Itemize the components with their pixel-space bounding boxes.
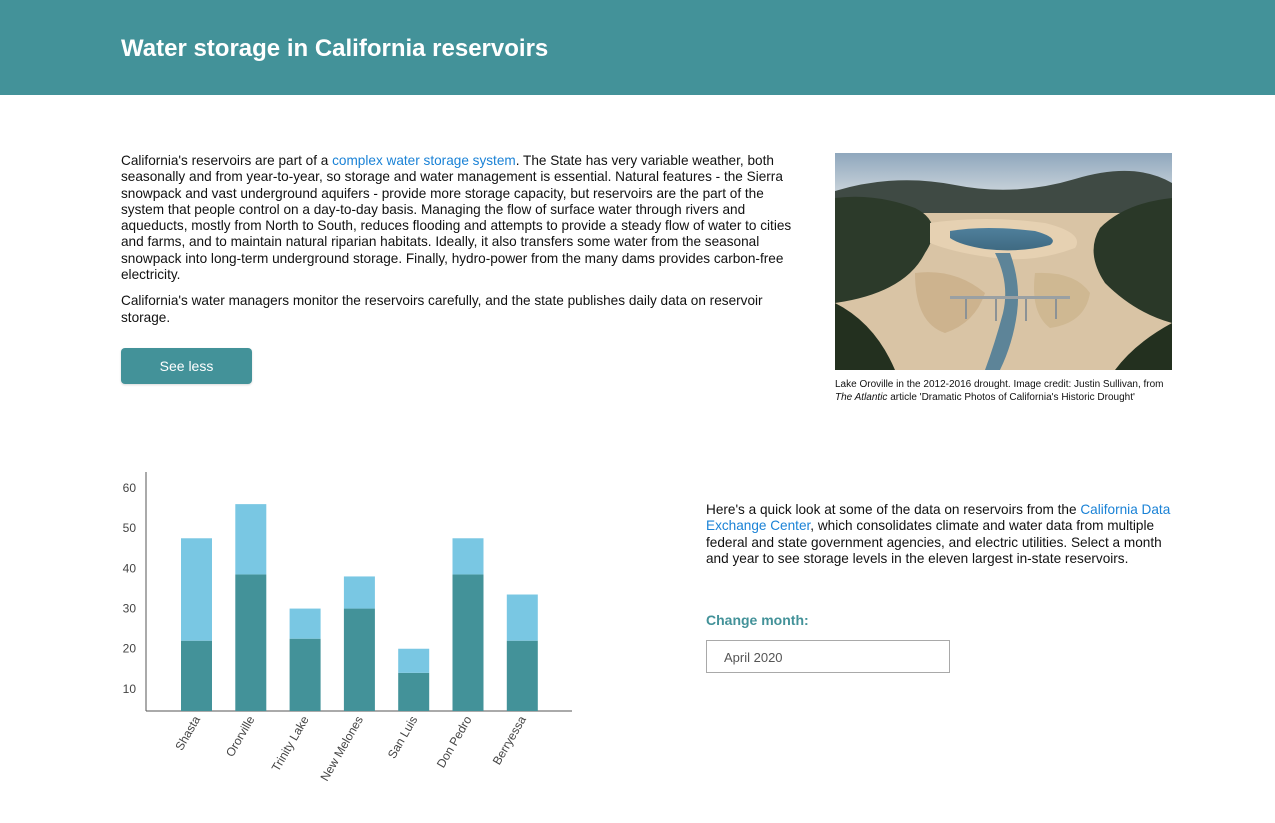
x-tick-label: Ororville	[223, 713, 258, 759]
chart-svg: 10 20 30 40 50 60 Shasta Ororville Trinity Lake N…	[123, 472, 572, 784]
y-tick-label: 60	[123, 481, 137, 495]
water-storage-system-link[interactable]: complex water storage system	[332, 153, 516, 168]
intro-text: California's reservoirs are part of a co…	[121, 153, 793, 336]
caption-text: article 'Dramatic Photos of California's…	[887, 391, 1135, 403]
bar-stored	[343, 608, 375, 711]
y-tick-label: 40	[123, 561, 137, 575]
y-tick-label: 10	[123, 682, 137, 696]
month-select[interactable]: April 2020	[706, 640, 950, 673]
bar-stored	[289, 638, 321, 711]
intro-text-span: California's reservoirs are part of a	[121, 153, 333, 168]
x-tick-label: Don Pedro	[434, 713, 475, 770]
bar-remaining	[452, 538, 484, 575]
change-month-label: Change month:	[706, 612, 809, 628]
y-tick-label: 50	[123, 521, 137, 535]
x-tick-label: San Luis	[385, 714, 420, 761]
bar-remaining	[235, 504, 267, 575]
bar-remaining	[181, 538, 212, 641]
intro-text-span: . The State has very variable weather, b…	[121, 153, 792, 283]
x-tick-label: Berryessa	[490, 713, 529, 767]
description-text-span: Here's a quick look at some of the data …	[706, 502, 1081, 517]
caption-publication: The Atlantic	[835, 391, 888, 403]
page-title: Water storage in California reservoirs	[121, 35, 549, 62]
bar-stored	[398, 672, 430, 711]
photo-caption: Lake Oroville in the 2012-2016 drought. …	[835, 379, 1175, 404]
bar-stored	[181, 640, 212, 711]
y-tick-label: 30	[123, 602, 137, 616]
see-less-button[interactable]: See less	[121, 348, 252, 384]
bar-stored	[452, 574, 484, 711]
page-header: Water storage in California reservoirs	[0, 0, 1275, 95]
bar-remaining	[398, 648, 430, 673]
x-tick-label: New Melones	[318, 714, 366, 784]
x-tick-label: Trinity Lake	[269, 713, 312, 774]
intro-paragraph-2: California's water managers monitor the …	[121, 293, 763, 325]
bar-remaining	[506, 594, 538, 641]
y-tick-label: 20	[123, 642, 137, 656]
caption-text: Lake Oroville in the 2012-2016 drought. …	[835, 379, 1164, 390]
data-description: Here's a quick look at some of the data …	[706, 502, 1176, 567]
bar-stored	[506, 640, 538, 711]
lake-oroville-photo	[835, 153, 1172, 370]
bar-stored	[235, 574, 267, 711]
bar-remaining	[289, 608, 321, 639]
intro-paragraph-1: California's reservoirs are part of a co…	[121, 153, 793, 283]
x-tick-label: Shasta	[172, 713, 203, 753]
data-description-text: Here's a quick look at some of the data …	[706, 502, 1176, 567]
bar-remaining	[343, 576, 375, 609]
reservoir-storage-chart: 10 20 30 40 50 60 Shasta Ororville Trinity Lake N…	[100, 460, 580, 805]
